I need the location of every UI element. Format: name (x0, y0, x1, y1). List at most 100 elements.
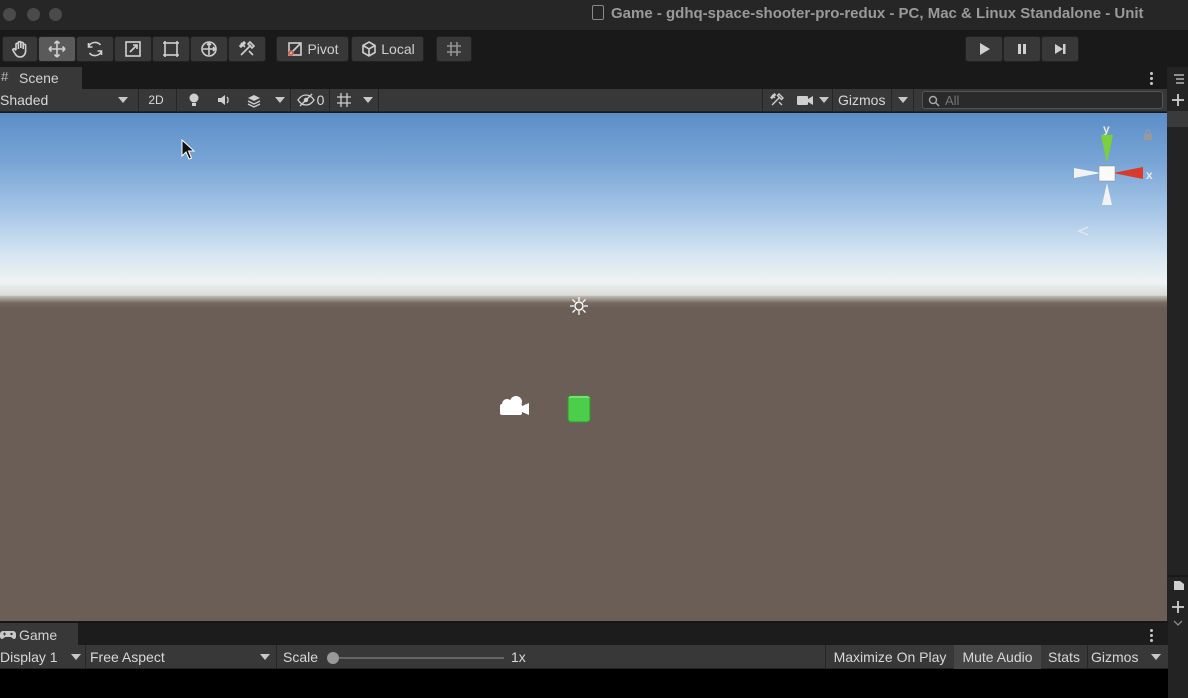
snap-grid-icon (447, 42, 461, 56)
stats-label: Stats (1048, 649, 1080, 665)
step-button[interactable] (1041, 36, 1079, 62)
scale-slider-thumb[interactable] (327, 652, 339, 664)
scene-visibility-toggle[interactable]: 0 (293, 89, 328, 111)
lighting-toggle-button[interactable] (180, 89, 208, 111)
gamepad-icon (0, 631, 16, 639)
orientation-gizmo[interactable]: y x (1068, 121, 1162, 217)
add-icon[interactable] (1171, 600, 1185, 614)
hand-tool-button[interactable] (2, 36, 38, 62)
folder-icon[interactable] (1173, 579, 1185, 591)
effects-dropdown[interactable] (272, 89, 288, 111)
perspective-back-icon[interactable] (1076, 225, 1090, 237)
toggle-2d-button[interactable]: 2D (139, 89, 173, 111)
scene-toolbar: Shaded 2D 0 Gizmos All (0, 89, 1168, 112)
move-tool-icon (48, 40, 66, 58)
chevron-down-icon (275, 97, 285, 103)
lock-icon[interactable] (1144, 134, 1152, 140)
pivot-icon (288, 42, 303, 56)
game-gizmos-dropdown[interactable] (1148, 645, 1164, 669)
move-tool-button[interactable] (38, 36, 76, 62)
camera-dropdown[interactable] (818, 89, 830, 111)
rotate-tool-button[interactable] (76, 36, 114, 62)
layers-effects-icon (247, 95, 261, 108)
lightbulb-icon (189, 93, 199, 106)
shading-mode-dropdown[interactable]: Shaded (0, 89, 135, 111)
minimize-window-button[interactable] (27, 8, 40, 21)
scene-grid-icon: # (1, 69, 9, 84)
search-input[interactable]: All (922, 91, 1163, 109)
game-menu-icon[interactable] (1150, 629, 1153, 644)
add-icon[interactable] (1171, 93, 1185, 107)
eye-slash-icon (296, 93, 315, 107)
scene-viewport[interactable]: y x (0, 113, 1167, 621)
maximize-on-play-label: Maximize On Play (833, 649, 947, 665)
chevron-down-icon (1151, 654, 1161, 660)
chevron-down-icon (71, 654, 81, 660)
search-placeholder: All (945, 93, 960, 108)
list-icon[interactable] (1173, 73, 1185, 85)
local-toggle-button[interactable]: Local (351, 36, 424, 62)
aspect-dropdown[interactable]: Free Aspect (90, 645, 274, 669)
neg-y-axis-cone[interactable] (1102, 183, 1112, 205)
chevron-down-icon[interactable] (1173, 619, 1183, 627)
gizmo-center-cube[interactable] (1098, 165, 1116, 182)
chevron-down-icon (898, 97, 908, 103)
scene-tab-bar: # Scene (0, 67, 1168, 89)
chevron-down-icon (118, 97, 128, 103)
chevron-down-icon (819, 97, 829, 103)
cube-object[interactable] (565, 393, 593, 423)
chevron-down-icon (260, 654, 270, 660)
scale-tool-button[interactable] (114, 36, 152, 62)
pivot-label: Pivot (307, 41, 339, 57)
tab-game[interactable]: Game (0, 623, 78, 647)
pause-button[interactable] (1003, 36, 1041, 62)
game-tab-bar: Game (0, 621, 1168, 647)
scene-tools-button[interactable] (764, 89, 790, 111)
scale-slider-track[interactable] (330, 657, 504, 659)
grid-dropdown[interactable] (360, 89, 376, 111)
scene-tab-label: Scene (19, 70, 59, 86)
zoom-window-button[interactable] (49, 8, 62, 21)
window-title-text: Game - gdhq-space-shooter-pro-redux - PC… (611, 5, 1144, 22)
transform-tool-button[interactable] (190, 36, 228, 62)
chevron-down-icon (363, 97, 373, 103)
scene-menu-icon[interactable] (1150, 72, 1153, 87)
aspect-label: Free Aspect (90, 649, 165, 665)
neg-x-axis-cone[interactable] (1074, 168, 1101, 178)
local-label: Local (381, 41, 415, 57)
scrollbar-thumb[interactable] (1167, 111, 1188, 127)
gizmos-button[interactable]: Gizmos (838, 89, 890, 111)
scale-value: 1x (511, 645, 541, 669)
directional-light-icon[interactable] (569, 296, 589, 316)
play-button[interactable] (965, 36, 1003, 62)
mute-audio-label: Mute Audio (962, 649, 1033, 665)
maximize-on-play-button[interactable]: Maximize On Play (826, 645, 954, 669)
snap-grid-button[interactable] (436, 36, 472, 62)
game-gizmos-button[interactable]: Gizmos (1091, 645, 1143, 669)
pivot-toggle-button[interactable]: Pivot (276, 36, 349, 62)
game-view[interactable] (0, 669, 1168, 698)
tab-scene[interactable]: # Scene (0, 67, 82, 89)
camera-gizmo-icon[interactable] (497, 395, 531, 419)
mute-audio-button[interactable]: Mute Audio (954, 645, 1041, 669)
display-dropdown[interactable]: Display 1 (0, 645, 84, 669)
y-axis-cone[interactable] (1101, 135, 1113, 163)
skybox (0, 113, 1167, 298)
camera-settings-button[interactable] (794, 89, 816, 111)
search-icon (928, 95, 940, 107)
x-axis-cone[interactable] (1113, 167, 1143, 179)
effects-toggle-button[interactable] (240, 89, 268, 111)
speaker-icon (218, 95, 229, 105)
rect-tool-button[interactable] (152, 36, 190, 62)
grid-icon (337, 93, 351, 107)
stats-button[interactable]: Stats (1041, 645, 1087, 669)
hand-tool-icon (12, 40, 27, 58)
grid-toggle-button[interactable] (332, 89, 356, 111)
custom-tool-icon (238, 40, 256, 56)
gizmos-dropdown[interactable] (895, 89, 911, 111)
close-window-button[interactable] (3, 8, 16, 21)
play-icon (980, 43, 990, 55)
audio-toggle-button[interactable] (210, 89, 238, 111)
custom-tool-button[interactable] (228, 36, 266, 62)
title-bar: Game - gdhq-space-shooter-pro-redux - PC… (0, 0, 1188, 30)
